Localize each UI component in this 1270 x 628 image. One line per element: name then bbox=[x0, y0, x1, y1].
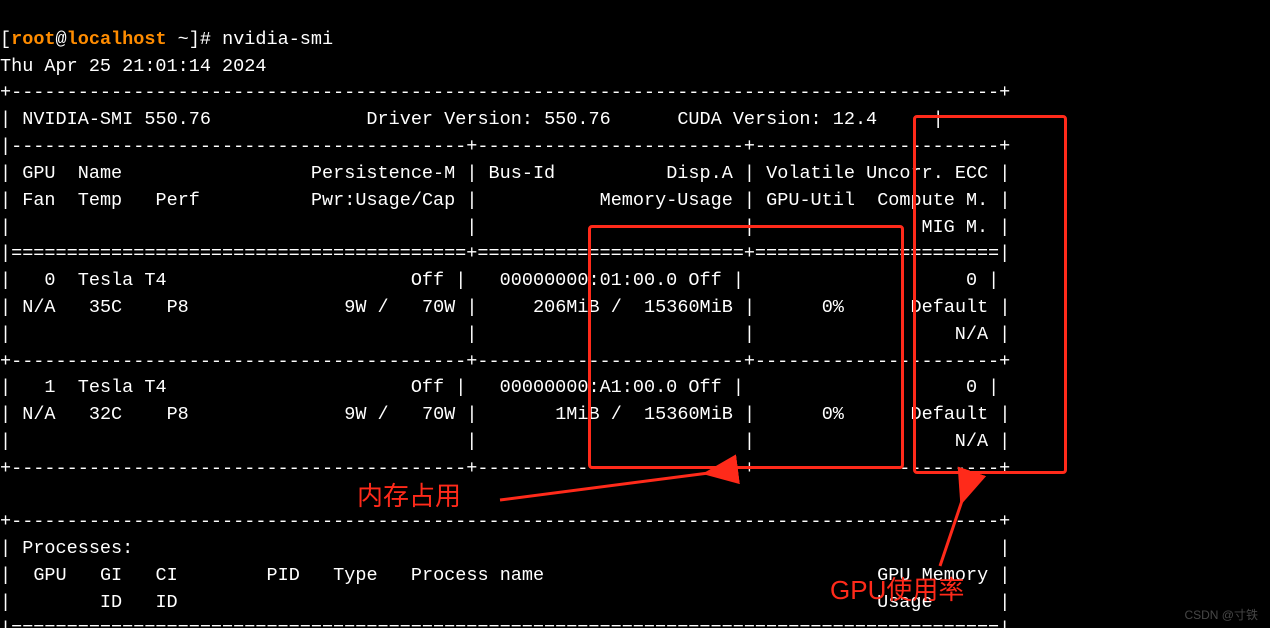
gpu1-mem-used: 1MiB bbox=[555, 404, 599, 425]
bracket: [ bbox=[0, 29, 11, 50]
gpu0-busid: 00000000:01:00.0 bbox=[500, 270, 678, 291]
processes-title: Processes: bbox=[22, 538, 133, 559]
gpu0-idx: 0 bbox=[44, 270, 55, 291]
gpu1-util: 0% bbox=[822, 404, 844, 425]
drv-ver: 550.76 bbox=[544, 109, 611, 130]
smi-name: NVIDIA-SMI bbox=[22, 109, 133, 130]
cuda-lbl: CUDA Version: bbox=[677, 109, 821, 130]
gpu1-name: Tesla T4 bbox=[78, 377, 167, 398]
command: nvidia-smi bbox=[222, 29, 333, 50]
gpu1-idx: 1 bbox=[44, 377, 55, 398]
gpu0-mem-total: 15360MiB bbox=[644, 297, 733, 318]
gpu0-name: Tesla T4 bbox=[78, 270, 167, 291]
prompt-line[interactable]: [root@localhost ~]# nvidia-smi bbox=[0, 29, 333, 50]
bracket: ]# bbox=[189, 29, 222, 50]
watermark: CSDN @寸铁 bbox=[1184, 607, 1258, 624]
gpu0-util: 0% bbox=[822, 297, 844, 318]
gpu0-mem-used: 206MiB bbox=[533, 297, 600, 318]
gpu1-busid: 00000000:A1:00.0 bbox=[500, 377, 678, 398]
drv-lbl: Driver Version: bbox=[366, 109, 533, 130]
gpu1-mem-total: 15360MiB bbox=[644, 404, 733, 425]
terminal-output: [root@localhost ~]# nvidia-smi Thu Apr 2… bbox=[0, 0, 1270, 628]
prompt-host: localhost bbox=[67, 29, 167, 50]
timestamp: Thu Apr 25 21:01:14 2024 bbox=[0, 56, 266, 77]
smi-ver: 550.76 bbox=[144, 109, 211, 130]
cuda-ver: 12.4 bbox=[833, 109, 877, 130]
prompt-user: root bbox=[11, 29, 55, 50]
